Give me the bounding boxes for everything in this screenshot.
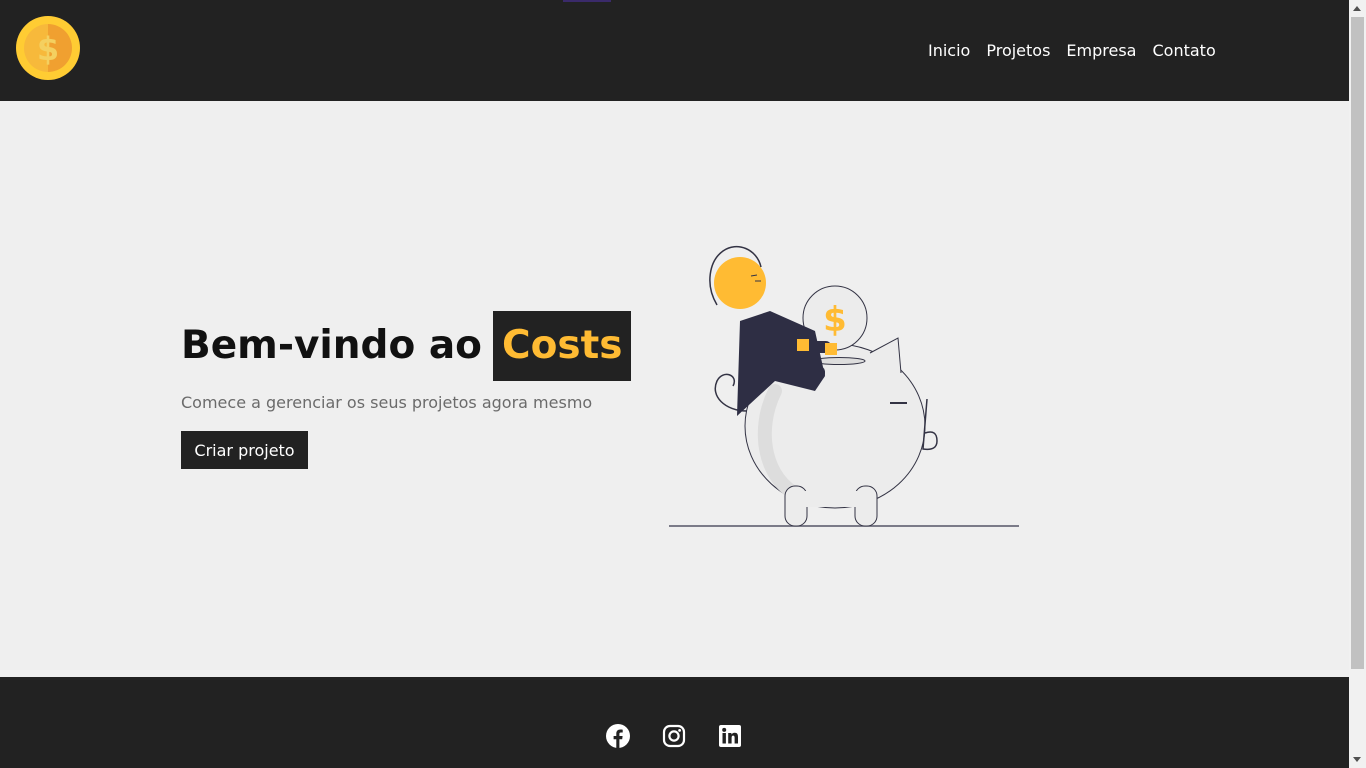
linkedin-icon: [719, 725, 741, 747]
nav-link-empresa[interactable]: Empresa: [1058, 40, 1144, 62]
logo-link[interactable]: $: [16, 16, 80, 80]
footer: [0, 677, 1349, 768]
facebook-icon: [606, 724, 630, 748]
nav-link-inicio[interactable]: Inicio: [920, 40, 978, 62]
top-accent-bar: [563, 0, 611, 2]
facebook-link[interactable]: [606, 724, 630, 748]
instagram-icon: [662, 724, 686, 748]
piggy-bank-savings-illustration: $: [669, 246, 1019, 527]
instagram-link[interactable]: [662, 724, 686, 748]
navbar: $ Inicio Projetos Empresa Contato: [0, 0, 1349, 101]
hero-title-brand: Costs: [492, 311, 632, 381]
home-main: Bem-vindo ao Costs Comece a gerenciar os…: [0, 101, 1349, 677]
coin-dollar-icon: $: [16, 16, 80, 80]
nav-link-contato[interactable]: Contato: [1144, 40, 1223, 62]
scrollbar-thumb[interactable]: [1351, 17, 1364, 669]
scroll-down-arrow-icon[interactable]: [1353, 757, 1361, 762]
vertical-scrollbar[interactable]: [1349, 0, 1366, 768]
social-links: [606, 724, 742, 748]
linkedin-link[interactable]: [718, 724, 742, 748]
hero-subtitle: Comece a gerenciar os seus projetos agor…: [181, 393, 593, 412]
nav-link-projetos[interactable]: Projetos: [978, 40, 1058, 62]
nav-links: Inicio Projetos Empresa Contato: [920, 40, 1224, 62]
hero-title: Bem-vindo ao Costs: [181, 311, 632, 381]
scroll-up-arrow-icon[interactable]: [1353, 6, 1361, 11]
illustration-coin-symbol: $: [823, 300, 847, 340]
svg-text:$: $: [37, 30, 59, 68]
create-project-button[interactable]: Criar projeto: [181, 431, 308, 469]
hero-title-prefix: Bem-vindo ao: [181, 323, 482, 368]
